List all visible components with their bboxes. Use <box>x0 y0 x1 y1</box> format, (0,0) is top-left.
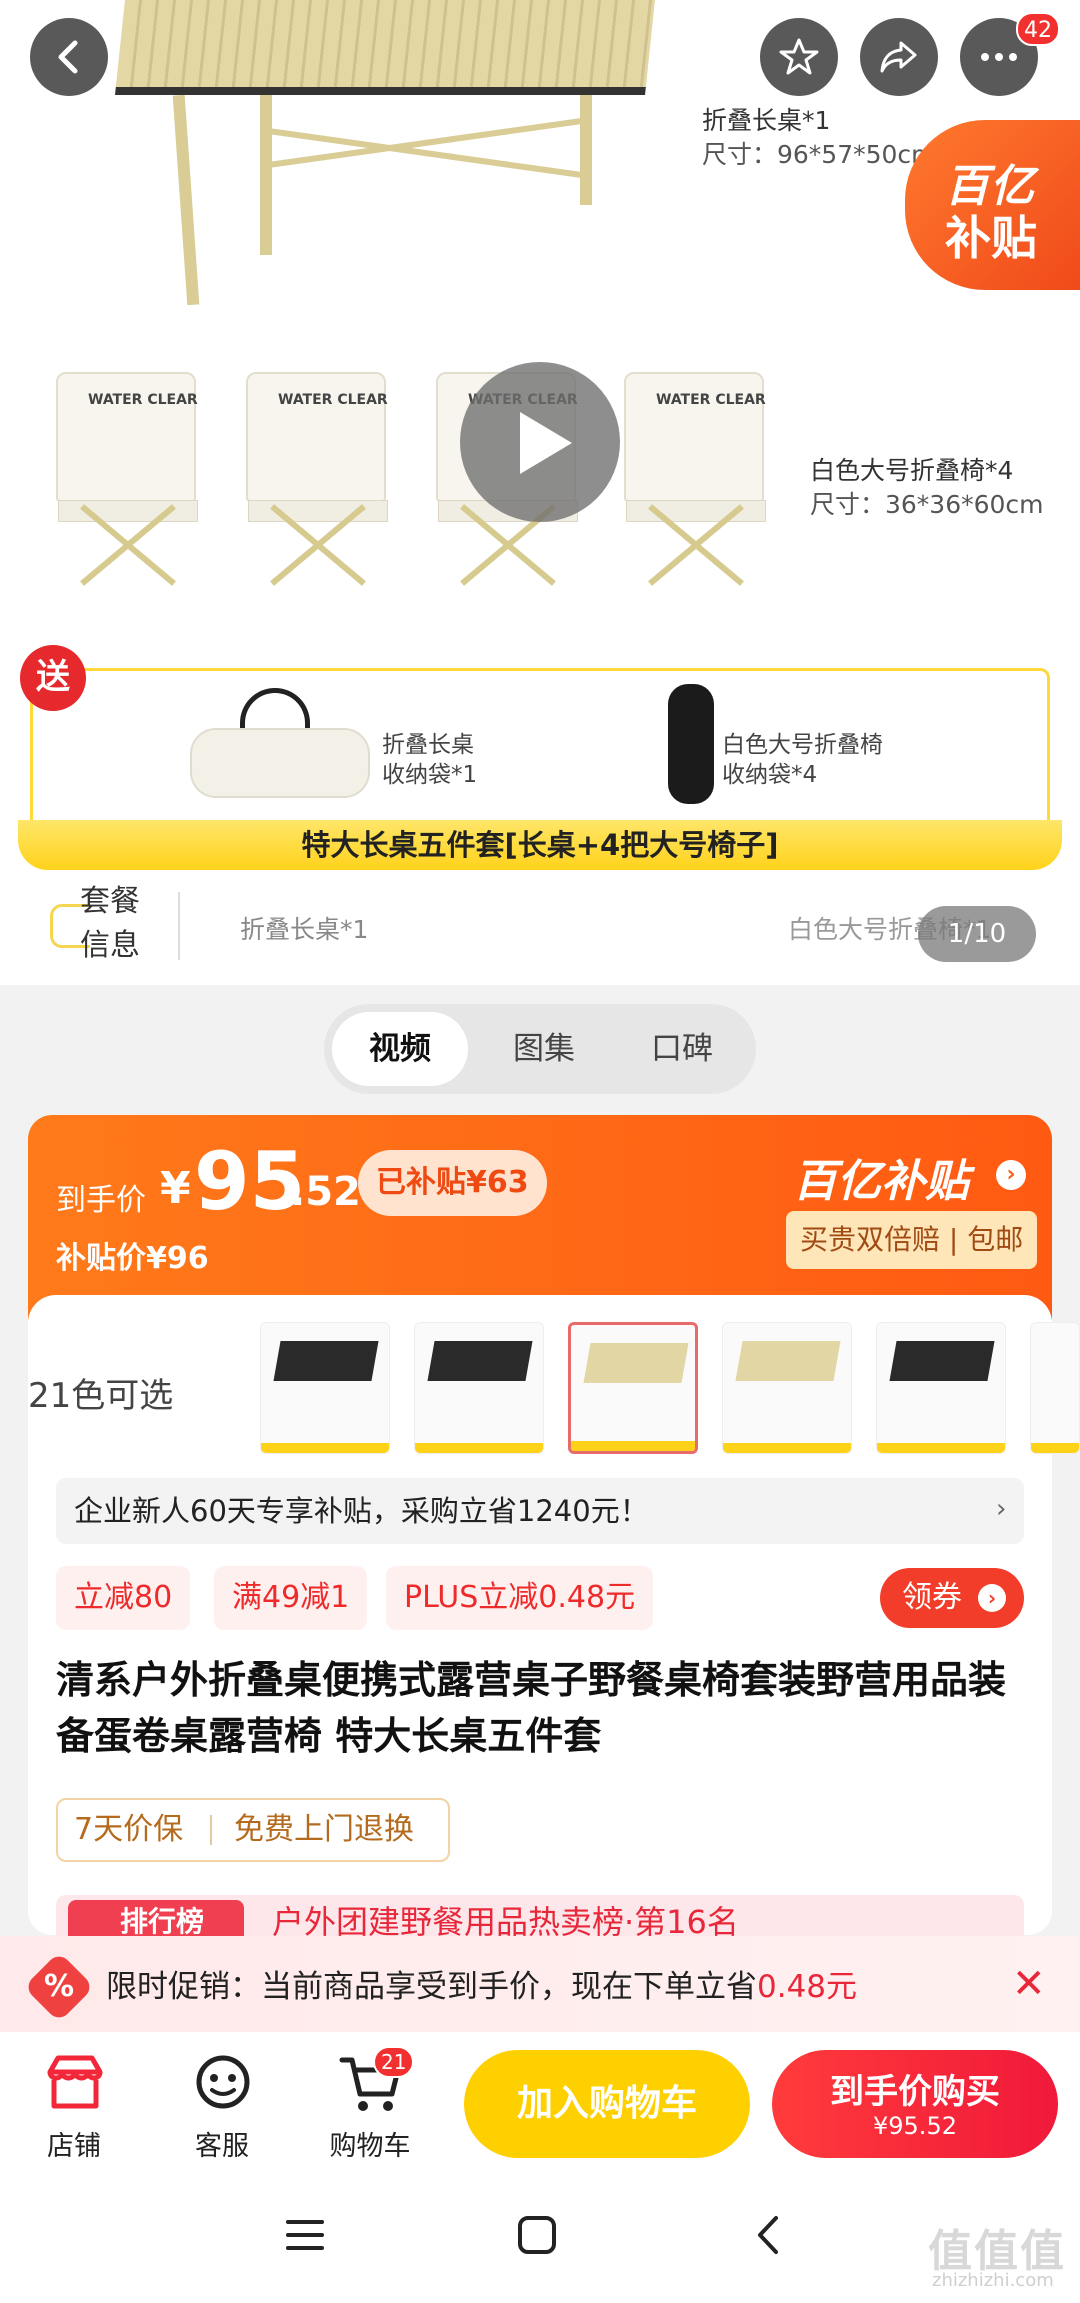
table-bag-image <box>190 728 370 798</box>
color-thumbnail[interactable] <box>876 1322 1006 1454</box>
table-top-image <box>115 0 655 95</box>
shop-label[interactable]: 店铺 <box>14 2124 134 2163</box>
final-price-label: 到手价 <box>56 1183 146 1218</box>
product-title: 清系户外折叠桌便携式露营桌子野餐桌椅套装野营用品装备蛋卷桌露营椅 特大长桌五件套 <box>56 1658 1007 1758</box>
more-dots-icon <box>981 53 1017 61</box>
package-item: 折叠长桌*1 <box>240 915 369 944</box>
watermark-url: zhizhizhi.com <box>932 2270 1054 2291</box>
table-caption: 折叠长桌*1 尺寸：96*57*50cm <box>702 106 936 169</box>
guarantee-badge: 买贵双倍赔 | 包邮 <box>786 1211 1038 1269</box>
tab-reviews[interactable]: 口碑 <box>614 1012 750 1086</box>
table-leg <box>580 95 592 205</box>
share-button[interactable] <box>860 18 938 96</box>
chevron-right-icon: › <box>996 1160 1026 1190</box>
back-arrow-icon <box>58 40 78 74</box>
close-icon[interactable]: ✕ <box>1012 1962 1046 2006</box>
play-video-button[interactable] <box>460 362 620 522</box>
ranking-text: 户外团建野餐用品热卖榜·第16名 <box>272 1903 739 1938</box>
service-item: 7天价保 <box>74 1812 184 1847</box>
gift1-text: 折叠长桌 收纳袋*1 <box>382 732 478 788</box>
buy-now-button[interactable]: 到手价购买 ¥95.52 <box>772 2050 1058 2158</box>
table-leg <box>260 95 272 255</box>
subsidy-price: 补贴价¥96 <box>56 1241 209 1276</box>
color-thumbnail-selected[interactable] <box>568 1322 698 1454</box>
cart-count-badge: 21 <box>373 2046 415 2078</box>
media-tabs: 视频 图集 口碑 <box>324 1004 756 1094</box>
service-guarantees[interactable]: 7天价保 免费上门退换 <box>56 1798 450 1862</box>
limited-promo-text: 限时促销：当前商品享受到手价，现在下单立省0.48元 <box>106 1969 858 2005</box>
color-thumbnail[interactable] <box>722 1322 852 1454</box>
buy-now-label: 到手价购买 <box>830 2072 1000 2112</box>
buy-now-price: ¥95.52 <box>873 2112 957 2140</box>
system-back-icon[interactable] <box>746 2212 792 2262</box>
color-thumbnail[interactable] <box>1030 1322 1080 1454</box>
image-counter: 1/10 <box>918 906 1036 962</box>
new-user-promo-banner[interactable]: 企业新人60天专享补贴，采购立省1240元！ <box>56 1478 1024 1544</box>
chair-image: WATER CLEAR <box>616 372 776 602</box>
table-leg <box>172 94 200 306</box>
shop-icon[interactable] <box>40 2048 110 2118</box>
recent-apps-icon[interactable] <box>282 2212 328 2262</box>
home-icon[interactable] <box>514 2212 560 2262</box>
table-brace <box>266 117 584 169</box>
price-header: 到手价 ¥ 95 .52 已补贴¥63 补贴价¥96 百亿补贴 › 买贵双倍赔 … <box>28 1115 1052 1320</box>
subsidy-amount-badge: 已补贴¥63 <box>358 1150 547 1216</box>
play-icon <box>520 412 572 474</box>
color-thumbnail[interactable] <box>414 1322 544 1454</box>
gift-box <box>30 668 1050 828</box>
chair-image: WATER CLEAR <box>48 372 208 602</box>
star-icon <box>779 38 819 75</box>
tab-gallery[interactable]: 图集 <box>476 1012 612 1086</box>
divider <box>178 892 180 960</box>
add-to-cart-button[interactable]: 加入购物车 <box>464 2050 750 2158</box>
price-integer: 95 <box>194 1135 306 1228</box>
chair-image: WATER CLEAR <box>238 372 398 602</box>
customer-service-label[interactable]: 客服 <box>162 2124 282 2163</box>
service-item: 免费上门退换 <box>234 1812 414 1847</box>
customer-service-icon[interactable] <box>188 2048 258 2118</box>
chevron-right-icon: › <box>978 1584 1006 1612</box>
color-count[interactable]: 21色可选 <box>28 1368 173 1417</box>
set-banner: 特大长桌五件套[长桌+4把大号椅子] <box>18 820 1062 870</box>
tab-video[interactable]: 视频 <box>332 1012 468 1086</box>
coupon-tag: 立减80 <box>56 1566 191 1630</box>
subsidy-tag: 百亿 补贴 <box>905 120 1080 290</box>
brand-subsidy-link[interactable]: 百亿补贴 <box>793 1145 969 1209</box>
cart-label[interactable]: 购物车 <box>310 2124 430 2163</box>
percent-icon: % <box>43 1969 75 2004</box>
gift-badge: 送 <box>20 645 86 711</box>
product-image-carousel[interactable]: 折叠长桌*1 尺寸：96*57*50cm WATER CLEAR WATER C… <box>0 0 1080 985</box>
chevron-right-icon: › <box>996 1494 1007 1524</box>
currency-symbol: ¥ <box>160 1163 191 1214</box>
message-badge: 42 <box>1016 12 1060 46</box>
back-button[interactable] <box>30 18 108 96</box>
chair-bag-image <box>668 684 714 804</box>
get-coupon-button[interactable]: 领券 › <box>880 1568 1024 1628</box>
table-brace <box>266 127 584 179</box>
package-title: 套餐 信息 <box>80 884 140 963</box>
coupon-tag: PLUS立减0.48元 <box>386 1566 654 1630</box>
chair-caption: 白色大号折叠椅*4 尺寸：36*36*60cm <box>810 456 1044 519</box>
ranking-badge: 排行榜 <box>68 1900 244 1940</box>
coupon-tag: 满49减1 <box>214 1566 368 1630</box>
get-coupon-label: 领券 <box>902 1580 962 1615</box>
price-decimal: .52 <box>290 1169 361 1215</box>
gift2-text: 白色大号折叠椅 收纳袋*4 <box>722 732 883 788</box>
share-icon <box>880 41 917 73</box>
favorite-button[interactable] <box>760 18 838 96</box>
divider <box>210 1815 212 1845</box>
color-thumbnail[interactable] <box>260 1322 390 1454</box>
